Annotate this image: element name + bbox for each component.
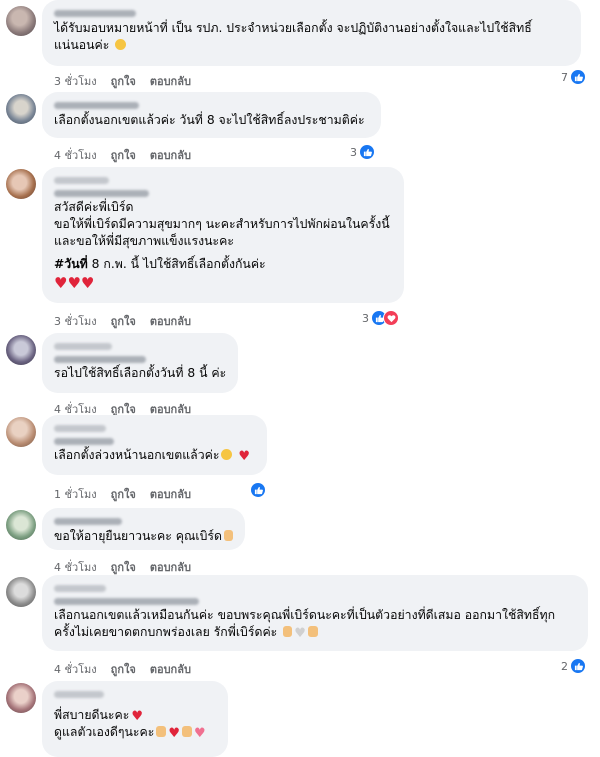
heart-ribbon-emoji-icon: ♥ xyxy=(194,726,206,741)
comment-actions: 4 ชั่วโมง ถูกใจ ตอบกลับ xyxy=(54,146,191,164)
commenter-name-blurred[interactable] xyxy=(54,581,576,595)
timestamp[interactable]: 3 ชั่วโมง xyxy=(54,312,97,330)
comment-actions: 3 ชั่วโมง ถูกใจ ตอบกลับ xyxy=(54,72,191,90)
comment-bubble: พี่สบายดีนะคะ ♥ ดูแลตัวเองดีๆนะคะ ♥ ♥ xyxy=(42,681,228,757)
reply-button[interactable]: ตอบกลับ xyxy=(150,558,191,576)
like-reaction-icon xyxy=(250,482,266,498)
timestamp[interactable]: 4 ชั่วโมง xyxy=(54,558,97,576)
comment-bubble: เลือกตั้งล่วงหน้านอกเขตแล้วค่ะ ♥ xyxy=(42,415,267,475)
commenter-name-blurred[interactable] xyxy=(54,173,392,187)
comment-bubble: ได้รับมอบหมายหน้าที่ เป็น รปภ. ประจำหน่ว… xyxy=(42,0,581,66)
heart-emoji-icon: ♥ xyxy=(238,449,251,464)
commenter-name-blurred[interactable] xyxy=(54,421,255,435)
commenter-handle-blurred xyxy=(54,187,392,199)
folded-hands-emoji-icon xyxy=(283,626,293,637)
comment-actions: 3 ชั่วโมง ถูกใจ ตอบกลับ xyxy=(54,312,191,330)
reaction-count: 3 xyxy=(362,311,369,325)
comment-text-line-1: ขอให้อายุยืนยาวนะคะ คุณเบิร์ด xyxy=(54,528,234,545)
comment-text-line-1: รอไปใช้สิทธิ์เลือกตั้งวันที่ 8 นี้ ค่ะ xyxy=(54,366,227,380)
like-button[interactable]: ถูกใจ xyxy=(111,72,136,90)
commenter-name-blurred[interactable] xyxy=(54,339,226,353)
reply-button[interactable]: ตอบกลับ xyxy=(150,485,191,503)
reply-button[interactable]: ตอบกลับ xyxy=(150,72,191,90)
comment-text-line-2: ครั้งไม่เคยขาดตกบกพร่องเลย รักพี่เบิร์ดค… xyxy=(54,624,576,641)
like-reaction-icon xyxy=(359,144,375,160)
commenter-handle-blurred xyxy=(54,595,576,607)
avatar[interactable] xyxy=(6,94,36,124)
heart-emoji-icon: ♥♥♥ xyxy=(54,274,95,292)
like-button[interactable]: ถูกใจ xyxy=(111,312,136,330)
commenter-handle-blurred xyxy=(54,435,255,447)
folded-hands-emoji-icon xyxy=(224,530,234,541)
timestamp[interactable]: 4 ชั่วโมง xyxy=(54,660,97,678)
like-button[interactable]: ถูกใจ xyxy=(111,485,136,503)
avatar[interactable] xyxy=(6,683,36,713)
commenter-name-blurred[interactable] xyxy=(54,514,233,528)
commenter-handle-blurred xyxy=(54,353,226,365)
heart-emoji-icon: ♥ xyxy=(168,726,181,741)
reply-button[interactable]: ตอบกลับ xyxy=(150,312,191,330)
comment-bubble: ขอให้อายุยืนยาวนะคะ คุณเบิร์ด xyxy=(42,508,245,550)
avatar[interactable] xyxy=(6,417,36,447)
timestamp[interactable]: 3 ชั่วโมง xyxy=(54,72,97,90)
hashtag-link[interactable]: #วันที่ xyxy=(54,257,88,271)
reaction-summary[interactable]: 3 xyxy=(362,310,399,326)
like-button[interactable]: ถูกใจ xyxy=(111,146,136,164)
avatar[interactable] xyxy=(6,6,36,36)
commenter-name-blurred[interactable] xyxy=(54,98,369,112)
comment-text-line-1: เลือกตั้งนอกเขตแล้วค่ะ วันที่ 8 จะไปใช้ส… xyxy=(54,113,365,127)
avatar[interactable] xyxy=(6,169,36,199)
like-button[interactable]: ถูกใจ xyxy=(111,660,136,678)
comment-actions: 1 ชั่วโมง ถูกใจ ตอบกลับ xyxy=(54,485,191,503)
love-you-hand-emoji-icon xyxy=(182,726,193,737)
comment-text-line-2: ขอให้พี่เบิร์ดมีความสุขมากๆ นะคะสำหรับกา… xyxy=(54,217,390,231)
heart-emoji-icon: ♥ xyxy=(131,709,144,724)
reaction-count: 3 xyxy=(350,145,357,159)
smiling-face-with-hearts-emoji-icon xyxy=(221,449,233,460)
comment-text-line-2: ดูแลตัวเองดีๆนะคะ ♥ ♥ xyxy=(54,725,206,741)
white-heart-emoji-icon: ♥ xyxy=(294,626,306,641)
reaction-summary[interactable] xyxy=(250,482,266,498)
avatar[interactable] xyxy=(6,577,36,607)
comment-text-line-1: สวัสดีค่ะพี่เบิร์ด xyxy=(54,200,134,214)
love-you-hand-emoji-icon xyxy=(156,726,167,737)
like-reaction-icon xyxy=(570,658,586,674)
reaction-count: 2 xyxy=(561,659,568,673)
like-reaction-icon xyxy=(570,69,586,85)
timestamp[interactable]: 4 ชั่วโมง xyxy=(54,146,97,164)
comment-bubble: เลือกตั้งนอกเขตแล้วค่ะ วันที่ 8 จะไปใช้ส… xyxy=(42,92,381,138)
comment-actions: 4 ชั่วโมง ถูกใจ ตอบกลับ xyxy=(54,558,191,576)
avatar[interactable] xyxy=(6,510,36,540)
comment-text-line-2: แน่นอนค่ะ xyxy=(54,37,569,54)
reaction-count: 7 xyxy=(561,70,568,84)
comment-bubble: เลือกนอกเขตแล้วเหมือนกันค่ะ ขอบพระคุณพี่… xyxy=(42,575,588,651)
avatar[interactable] xyxy=(6,335,36,365)
comment-bubble: สวัสดีค่ะพี่เบิร์ด ขอให้พี่เบิร์ดมีความส… xyxy=(42,167,404,303)
comment-text-hashtag-line: #วันที่ 8 ก.พ. นี้ ไปใช้สิทธิ์เลือกตั้งก… xyxy=(54,257,266,271)
reply-button[interactable]: ตอบกลับ xyxy=(150,146,191,164)
smiling-face-emoji-icon xyxy=(115,39,127,50)
commenter-name-blurred[interactable] xyxy=(54,687,216,701)
thumbs-up-emoji-icon xyxy=(307,626,318,637)
comment-text-line-1: เลือกตั้งล่วงหน้านอกเขตแล้วค่ะ ♥ xyxy=(54,448,251,464)
like-button[interactable]: ถูกใจ xyxy=(111,558,136,576)
comment-text-line-3: และขอให้พี่มีสุขภาพแข็งแรงนะคะ xyxy=(54,234,234,248)
reaction-summary[interactable]: 7 xyxy=(561,69,586,85)
comment-actions: 4 ชั่วโมง ถูกใจ ตอบกลับ xyxy=(54,660,191,678)
reply-button[interactable]: ตอบกลับ xyxy=(150,660,191,678)
comment-text-line-1: พี่สบายดีนะคะ ♥ xyxy=(54,708,144,724)
comment-bubble: รอไปใช้สิทธิ์เลือกตั้งวันที่ 8 นี้ ค่ะ xyxy=(42,333,238,393)
timestamp[interactable]: 1 ชั่วโมง xyxy=(54,485,97,503)
reaction-summary[interactable]: 2 xyxy=(561,658,586,674)
commenter-name-blurred[interactable] xyxy=(54,6,569,20)
comment-text-line-1: เลือกนอกเขตแล้วเหมือนกันค่ะ ขอบพระคุณพี่… xyxy=(54,608,556,622)
reaction-summary[interactable]: 3 xyxy=(350,144,375,160)
comment-text-line-1: ได้รับมอบหมายหน้าที่ เป็น รปภ. ประจำหน่ว… xyxy=(54,21,532,35)
love-reaction-icon xyxy=(383,310,399,326)
